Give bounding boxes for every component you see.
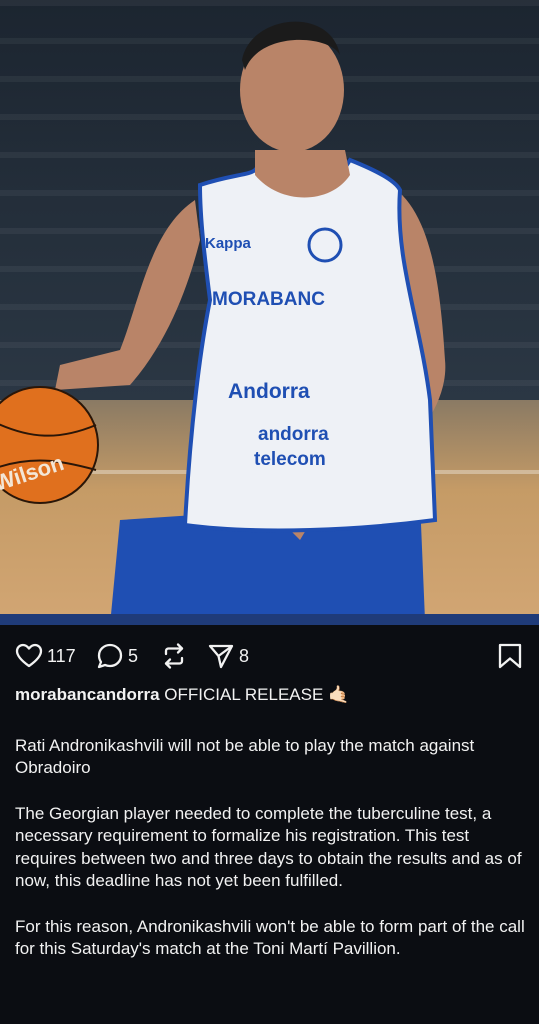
caption-emoji: 🤙🏻: [328, 685, 350, 704]
action-bar: 117 5 8: [0, 632, 539, 680]
jersey: [182, 157, 438, 533]
comments-count[interactable]: 5: [128, 646, 138, 667]
post-photo[interactable]: Kappa MORABANC Andorra andorra telecom W…: [0, 0, 539, 625]
like-action[interactable]: 117: [15, 642, 76, 670]
caption-header: morabancandorra OFFICIAL RELEASE 🤙🏻: [15, 684, 525, 707]
jersey-sponsor-2: Andorra: [228, 380, 310, 403]
caption-paragraph-3: For this reason, Andronikashvili won't b…: [15, 916, 525, 959]
heart-icon[interactable]: [15, 643, 43, 669]
caption-headline: OFFICIAL RELEASE: [164, 685, 324, 704]
caption-paragraph-2: The Georgian player needed to complete t…: [15, 803, 522, 891]
comment-action[interactable]: 5: [96, 642, 138, 670]
shares-count[interactable]: 8: [239, 646, 249, 667]
caption-username[interactable]: morabancandorra: [15, 685, 160, 704]
photo-bottom-strip: [0, 614, 539, 625]
send-icon[interactable]: [207, 642, 235, 670]
post-caption: morabancandorra OFFICIAL RELEASE 🤙🏻 Rati…: [15, 684, 525, 961]
comment-icon[interactable]: [96, 642, 124, 670]
player-illustration: Kappa MORABANC Andorra andorra telecom W…: [0, 21, 446, 625]
jersey-sponsor-3a: andorra: [258, 424, 329, 445]
bookmark-button[interactable]: [497, 642, 523, 675]
repost-action[interactable]: [160, 642, 188, 670]
repost-icon[interactable]: [160, 642, 188, 670]
jersey-sponsor-1: MORABANC: [212, 289, 325, 310]
share-action[interactable]: 8: [207, 642, 249, 670]
likes-count[interactable]: 117: [47, 646, 76, 667]
kit-label: Kappa: [205, 235, 252, 252]
bookmark-icon[interactable]: [497, 642, 523, 670]
caption-paragraph-1: Rati Andronikashvili will not be able to…: [15, 735, 475, 778]
jersey-sponsor-3b: telecom: [254, 449, 326, 470]
left-arm: [55, 200, 200, 390]
